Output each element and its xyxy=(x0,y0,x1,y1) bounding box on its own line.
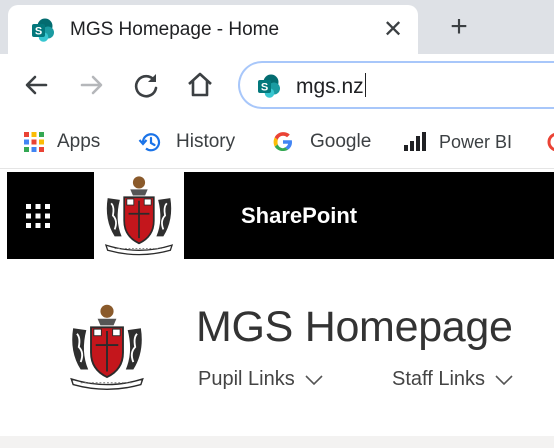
nav-item-pupil-links[interactable]: Pupil Links xyxy=(198,368,323,391)
chevron-down-icon xyxy=(495,375,513,385)
bookmark-power-bi[interactable]: Power BI xyxy=(402,129,512,155)
site-logo-crest-icon[interactable] xyxy=(57,300,157,394)
sharepoint-suite-bar: SharePoint xyxy=(7,172,554,259)
address-bar[interactable]: mgs.nz xyxy=(238,61,554,109)
school-crest-icon xyxy=(94,172,184,259)
bookmark-label: History xyxy=(176,131,236,152)
history-icon xyxy=(138,133,161,152)
sharepoint-icon xyxy=(31,18,55,42)
google-icon xyxy=(273,132,292,151)
sharepoint-icon xyxy=(257,74,281,98)
browser-toolbar: mgs.nz xyxy=(0,54,554,118)
bookmark-apps[interactable]: Apps xyxy=(23,129,100,155)
new-tab-button[interactable]: + xyxy=(443,11,475,43)
reload-icon[interactable] xyxy=(129,68,163,102)
apps-grid-icon xyxy=(24,132,44,152)
tab-strip: MGS Homepage - Home ✕ + xyxy=(0,0,554,54)
content-divider xyxy=(0,436,554,448)
bookmark-label: Apps xyxy=(57,131,101,152)
text-caret xyxy=(364,73,366,97)
address-input[interactable]: mgs.nz xyxy=(296,73,366,99)
url-text: mgs.nz xyxy=(296,75,364,98)
bookmark-overflow-icon[interactable] xyxy=(546,131,554,153)
close-icon[interactable]: ✕ xyxy=(380,17,406,43)
bookmark-google[interactable]: Google xyxy=(272,129,371,155)
powerbi-icon xyxy=(404,132,426,151)
suite-bar-title[interactable]: SharePoint xyxy=(241,203,357,229)
home-icon[interactable] xyxy=(183,68,217,102)
chevron-down-icon xyxy=(305,375,323,385)
site-title[interactable]: MGS Homepage xyxy=(196,303,513,352)
browser-tab[interactable]: MGS Homepage - Home ✕ xyxy=(8,5,418,54)
organization-logo[interactable] xyxy=(94,172,184,259)
bookmark-label: Power BI xyxy=(439,131,513,152)
bookmark-history[interactable]: History xyxy=(138,129,235,155)
forward-arrow-icon[interactable] xyxy=(74,68,108,102)
tab-title: MGS Homepage - Home xyxy=(70,19,280,40)
bookmark-label: Google xyxy=(310,131,372,152)
back-arrow-icon[interactable] xyxy=(20,68,54,102)
app-launcher-icon[interactable] xyxy=(24,202,52,230)
nav-item-staff-links[interactable]: Staff Links xyxy=(392,368,513,391)
nav-label: Staff Links xyxy=(392,368,486,390)
nav-label: Pupil Links xyxy=(198,368,295,390)
bookmarks-bar: Apps History Google Power BI xyxy=(0,118,554,169)
